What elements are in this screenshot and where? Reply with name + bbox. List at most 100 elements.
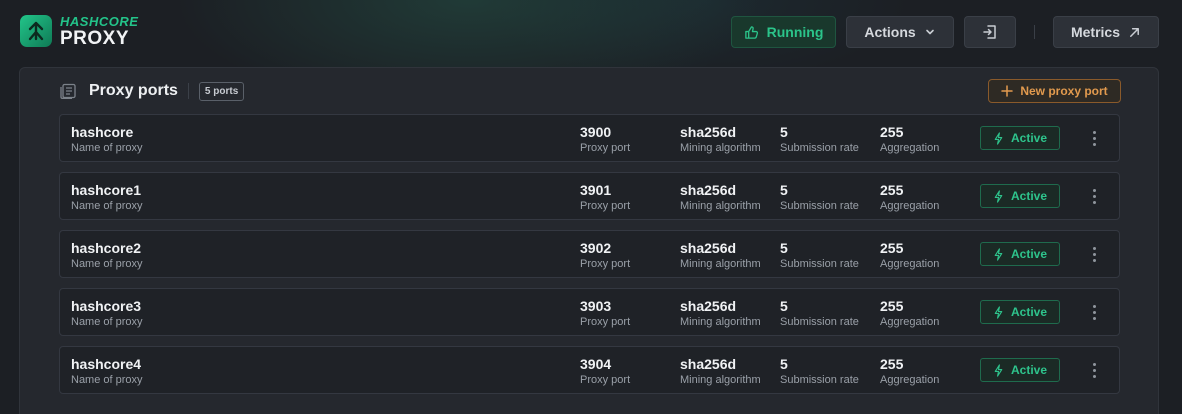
submission-rate: 5 xyxy=(780,356,788,372)
plus-icon xyxy=(1001,85,1014,97)
submission-rate: 5 xyxy=(780,298,788,314)
proxy-row[interactable]: hashcore Name of proxy 3900 Proxy port s… xyxy=(59,114,1120,162)
mining-algorithm: sha256d xyxy=(680,182,737,198)
active-status-button[interactable]: Active xyxy=(980,242,1060,266)
active-status-button[interactable]: Active xyxy=(980,358,1060,382)
bolt-icon xyxy=(994,131,1003,145)
kebab-menu-icon[interactable] xyxy=(1086,301,1102,323)
kebab-menu-icon[interactable] xyxy=(1086,359,1102,381)
proxy-ports-panel: Proxy ports 5 ports New proxy port hashc… xyxy=(19,67,1159,414)
title-divider xyxy=(187,83,189,99)
proxy-name-label: Name of proxy xyxy=(71,258,143,270)
aggregation-cell: 255 Aggregation xyxy=(880,298,939,329)
active-status-label: Active xyxy=(1010,247,1048,261)
proxy-name: hashcore3 xyxy=(71,298,142,314)
proxy-name: hashcore1 xyxy=(71,182,142,198)
logout-button[interactable] xyxy=(964,16,1016,48)
submission-rate-cell: 5 Submission rate xyxy=(780,182,859,213)
active-status-button[interactable]: Active xyxy=(980,300,1060,324)
mining-algorithm-cell: sha256d Mining algorithm xyxy=(680,124,761,155)
kebab-menu-icon[interactable] xyxy=(1086,127,1102,149)
mining-algorithm-cell: sha256d Mining algorithm xyxy=(680,182,761,213)
running-status-button[interactable]: Running xyxy=(731,16,836,48)
ports-count-badge: 5 ports xyxy=(198,81,245,101)
proxy-name-cell: hashcore2 Name of proxy xyxy=(71,240,143,271)
active-status-label: Active xyxy=(1010,305,1048,319)
proxy-name-label: Name of proxy xyxy=(71,142,143,154)
mining-algorithm-label: Mining algorithm xyxy=(680,316,761,328)
submission-rate-cell: 5 Submission rate xyxy=(780,240,859,271)
proxy-row[interactable]: hashcore4 Name of proxy 3904 Proxy port … xyxy=(59,346,1120,394)
proxy-list: hashcore Name of proxy 3900 Proxy port s… xyxy=(59,114,1121,404)
kebab-menu-icon[interactable] xyxy=(1086,185,1102,207)
mining-algorithm: sha256d xyxy=(680,298,737,314)
proxy-port-label: Proxy port xyxy=(580,316,631,328)
submission-rate-cell: 5 Submission rate xyxy=(780,298,859,329)
proxy-port-cell: 3902 Proxy port xyxy=(580,240,630,271)
mining-algorithm: sha256d xyxy=(680,124,737,140)
proxy-name-cell: hashcore3 Name of proxy xyxy=(71,298,143,329)
proxy-name-cell: hashcore4 Name of proxy xyxy=(71,356,143,387)
chevron-down-icon xyxy=(925,29,934,35)
mining-algorithm-label: Mining algorithm xyxy=(680,142,761,154)
panel-header: Proxy ports 5 ports xyxy=(59,80,245,102)
active-status-button[interactable]: Active xyxy=(980,184,1060,208)
aggregation-label: Aggregation xyxy=(880,374,940,386)
aggregation: 255 xyxy=(880,182,904,198)
proxy-name-label: Name of proxy xyxy=(71,374,143,386)
server-list-icon xyxy=(59,82,77,100)
submission-rate: 5 xyxy=(780,124,788,140)
actions-dropdown-button[interactable]: Actions xyxy=(846,16,954,48)
aggregation: 255 xyxy=(880,124,904,140)
proxy-port-cell: 3901 Proxy port xyxy=(580,182,630,213)
aggregation: 255 xyxy=(880,356,904,372)
proxy-row[interactable]: hashcore1 Name of proxy 3901 Proxy port … xyxy=(59,172,1120,220)
proxy-port-label: Proxy port xyxy=(580,374,631,386)
proxy-port-cell: 3900 Proxy port xyxy=(580,124,630,155)
brand-logo[interactable]: HASHCORE PROXY xyxy=(20,14,138,48)
active-status-label: Active xyxy=(1010,189,1048,203)
aggregation-cell: 255 Aggregation xyxy=(880,240,939,271)
proxy-row[interactable]: hashcore2 Name of proxy 3902 Proxy port … xyxy=(59,230,1120,278)
proxy-port-cell: 3904 Proxy port xyxy=(580,356,630,387)
proxy-port-cell: 3903 Proxy port xyxy=(580,298,630,329)
panel-title: Proxy ports xyxy=(89,82,178,99)
proxy-port-label: Proxy port xyxy=(580,200,631,212)
mining-algorithm-cell: sha256d Mining algorithm xyxy=(680,298,761,329)
submission-rate-cell: 5 Submission rate xyxy=(780,124,859,155)
aggregation: 255 xyxy=(880,240,904,256)
kebab-menu-icon[interactable] xyxy=(1086,243,1102,265)
mining-algorithm-label: Mining algorithm xyxy=(680,374,761,386)
actions-label: Actions xyxy=(864,24,916,40)
proxy-port: 3900 xyxy=(580,124,612,140)
submission-rate-label: Submission rate xyxy=(780,200,859,212)
submission-rate-label: Submission rate xyxy=(780,316,859,328)
bolt-icon xyxy=(994,305,1003,319)
proxy-row[interactable]: hashcore3 Name of proxy 3903 Proxy port … xyxy=(59,288,1120,336)
mining-algorithm-cell: sha256d Mining algorithm xyxy=(680,240,761,271)
running-label: Running xyxy=(766,24,824,40)
proxy-port-label: Proxy port xyxy=(580,142,631,154)
new-proxy-port-label: New proxy port xyxy=(1020,84,1108,98)
proxy-name: hashcore xyxy=(71,124,134,140)
new-proxy-port-button[interactable]: New proxy port xyxy=(988,79,1121,103)
submission-rate-label: Submission rate xyxy=(780,142,859,154)
metrics-label: Metrics xyxy=(1070,24,1121,40)
aggregation-label: Aggregation xyxy=(880,142,940,154)
hashcore-logo-icon xyxy=(20,15,52,47)
logout-icon xyxy=(983,25,996,39)
mining-algorithm-label: Mining algorithm xyxy=(680,258,761,270)
proxy-name-label: Name of proxy xyxy=(71,200,143,212)
mining-algorithm: sha256d xyxy=(680,240,737,256)
proxy-name: hashcore2 xyxy=(71,240,142,256)
aggregation-label: Aggregation xyxy=(880,316,940,328)
proxy-port-label: Proxy port xyxy=(580,258,631,270)
aggregation: 255 xyxy=(880,298,904,314)
submission-rate-label: Submission rate xyxy=(780,374,859,386)
submission-rate: 5 xyxy=(780,182,788,198)
mining-algorithm: sha256d xyxy=(680,356,737,372)
active-status-button[interactable]: Active xyxy=(980,126,1060,150)
metrics-button[interactable]: Metrics xyxy=(1053,16,1159,48)
thumbs-up-icon xyxy=(744,25,758,39)
proxy-name-label: Name of proxy xyxy=(71,316,143,328)
